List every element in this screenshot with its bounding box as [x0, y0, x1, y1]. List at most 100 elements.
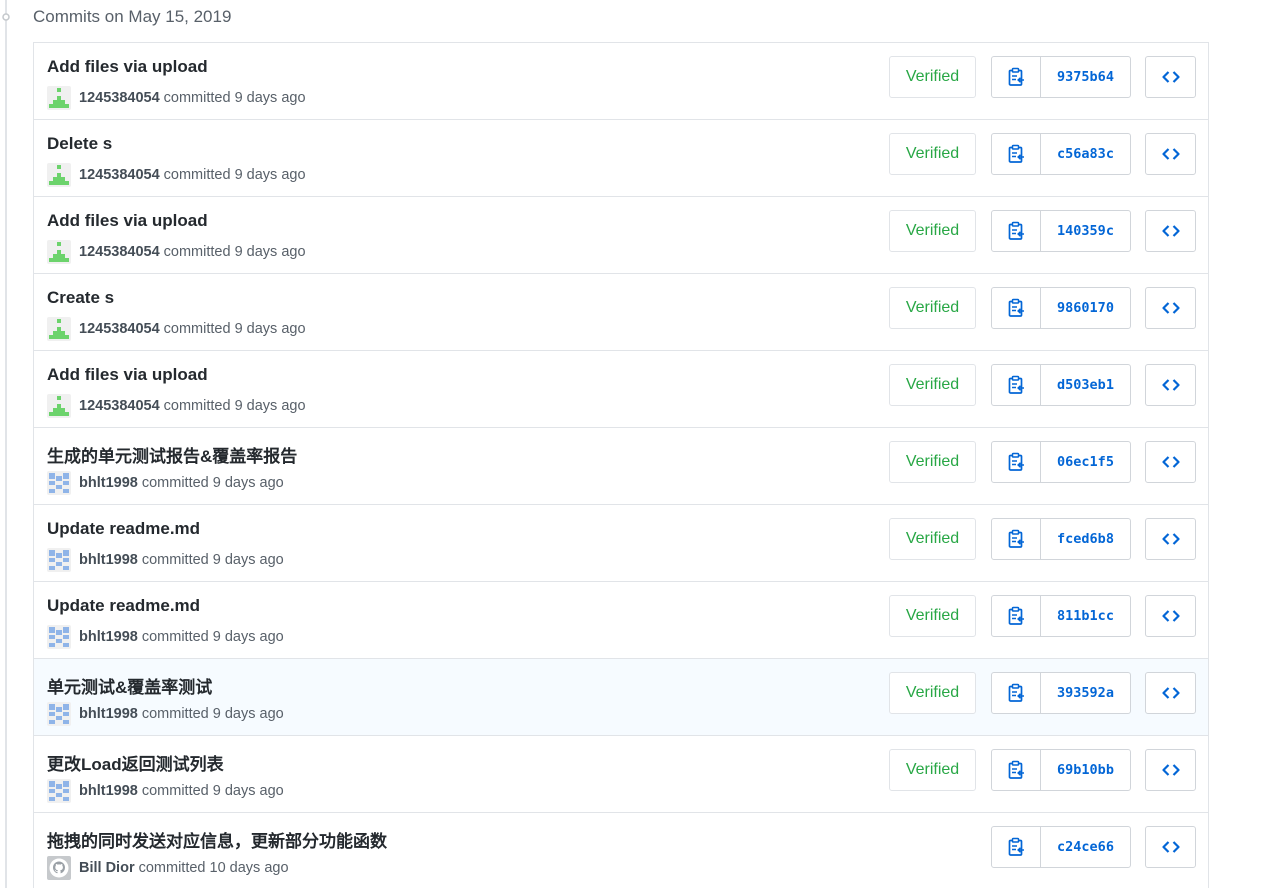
clipboard-icon — [1008, 298, 1024, 317]
verified-badge[interactable]: Verified — [889, 364, 976, 406]
copy-sha-button[interactable] — [992, 442, 1041, 482]
author-avatar[interactable] — [47, 240, 71, 264]
copy-sha-button[interactable] — [992, 750, 1041, 790]
commit-sha-link[interactable]: 393592a — [1041, 673, 1130, 713]
code-icon — [1161, 379, 1180, 391]
copy-sha-button[interactable] — [992, 827, 1041, 867]
commit-message-link[interactable]: 更改Load返回测试列表 — [47, 750, 224, 775]
commit-sha-link[interactable]: d503eb1 — [1041, 365, 1130, 405]
commit-sha-link[interactable]: fced6b8 — [1041, 519, 1130, 559]
browse-repo-button[interactable] — [1145, 826, 1196, 868]
verified-badge[interactable]: Verified — [889, 749, 976, 791]
commit-message-link[interactable]: Add files via upload — [47, 57, 208, 77]
author-avatar[interactable] — [47, 702, 71, 726]
author-link[interactable]: bhlt1998 — [79, 475, 138, 491]
commit-time: committed 9 days ago — [163, 167, 306, 183]
author-avatar[interactable] — [47, 163, 71, 187]
commit-sha-link[interactable]: 69b10bb — [1041, 750, 1130, 790]
commit-time: committed 9 days ago — [141, 552, 284, 568]
browse-repo-button[interactable] — [1145, 210, 1196, 252]
commit-row: 更改Load返回测试列表 bhlt1998 committed 9 days a… — [34, 736, 1208, 813]
code-icon — [1161, 687, 1180, 699]
clipboard-icon — [1008, 144, 1024, 163]
commit-dot-icon — [2, 13, 10, 21]
copy-sha-button[interactable] — [992, 596, 1041, 636]
commit-message-link[interactable]: Update readme.md — [47, 519, 200, 539]
browse-repo-button[interactable] — [1145, 672, 1196, 714]
commit-row: Add files via upload 1245384054 committe… — [34, 43, 1208, 120]
verified-badge[interactable]: Verified — [889, 518, 976, 560]
commit-message-link[interactable]: Update readme.md — [47, 596, 200, 616]
commit-time: committed 9 days ago — [163, 321, 306, 337]
commit-time: committed 9 days ago — [141, 475, 284, 491]
copy-sha-button[interactable] — [992, 288, 1041, 328]
author-link[interactable]: Bill Dior — [79, 860, 135, 876]
copy-sha-button[interactable] — [992, 519, 1041, 559]
author-avatar[interactable] — [47, 317, 71, 341]
code-icon — [1161, 148, 1180, 160]
code-icon — [1161, 225, 1180, 237]
sha-button-group: 393592a — [991, 672, 1131, 714]
verified-badge[interactable]: Verified — [889, 672, 976, 714]
author-avatar[interactable] — [47, 779, 71, 803]
commit-message-link[interactable]: Create s — [47, 288, 114, 308]
commit-meta: bhlt1998 committed 9 days ago — [47, 779, 284, 803]
author-link[interactable]: 1245384054 — [79, 321, 160, 337]
verified-badge[interactable]: Verified — [889, 595, 976, 637]
commit-row: Update readme.md bhlt1998 committed 9 da… — [34, 582, 1208, 659]
copy-sha-button[interactable] — [992, 57, 1041, 97]
author-avatar[interactable] — [47, 548, 71, 572]
sha-button-group: 811b1cc — [991, 595, 1131, 637]
author-avatar[interactable] — [47, 856, 71, 880]
verified-badge[interactable]: Verified — [889, 210, 976, 252]
commit-sha-link[interactable]: 140359c — [1041, 211, 1130, 251]
commit-sha-link[interactable]: 811b1cc — [1041, 596, 1130, 636]
browse-repo-button[interactable] — [1145, 595, 1196, 637]
verified-badge[interactable]: Verified — [889, 441, 976, 483]
copy-sha-button[interactable] — [992, 365, 1041, 405]
author-link[interactable]: bhlt1998 — [79, 783, 138, 799]
author-avatar[interactable] — [47, 471, 71, 495]
verified-badge[interactable]: Verified — [889, 56, 976, 98]
author-link[interactable]: 1245384054 — [79, 398, 160, 414]
commit-message-link[interactable]: 单元测试&覆盖率测试 — [47, 673, 212, 698]
commit-message-link[interactable]: 生成的单元测试报告&覆盖率报告 — [47, 442, 297, 467]
author-link[interactable]: 1245384054 — [79, 90, 160, 106]
author-avatar[interactable] — [47, 86, 71, 110]
browse-repo-button[interactable] — [1145, 441, 1196, 483]
commit-sha-link[interactable]: 06ec1f5 — [1041, 442, 1130, 482]
author-avatar[interactable] — [47, 625, 71, 649]
commit-message-link[interactable]: Add files via upload — [47, 211, 208, 231]
commit-sha-link[interactable]: 9860170 — [1041, 288, 1130, 328]
verified-badge[interactable]: Verified — [889, 133, 976, 175]
commit-message-link[interactable]: Delete s — [47, 134, 112, 154]
browse-repo-button[interactable] — [1145, 518, 1196, 560]
copy-sha-button[interactable] — [992, 673, 1041, 713]
commit-sha-link[interactable]: c24ce66 — [1041, 827, 1130, 867]
copy-sha-button[interactable] — [992, 134, 1041, 174]
browse-repo-button[interactable] — [1145, 133, 1196, 175]
commit-sha-link[interactable]: c56a83c — [1041, 134, 1130, 174]
copy-sha-button[interactable] — [992, 211, 1041, 251]
commit-meta: 1245384054 committed 9 days ago — [47, 240, 306, 264]
author-avatar[interactable] — [47, 394, 71, 418]
author-link[interactable]: 1245384054 — [79, 244, 160, 260]
clipboard-icon — [1008, 683, 1024, 702]
author-link[interactable]: bhlt1998 — [79, 552, 138, 568]
sha-button-group: c56a83c — [991, 133, 1131, 175]
browse-repo-button[interactable] — [1145, 56, 1196, 98]
commit-message-link[interactable]: Add files via upload — [47, 365, 208, 385]
browse-repo-button[interactable] — [1145, 287, 1196, 329]
author-link[interactable]: bhlt1998 — [79, 706, 138, 722]
commit-row: Add files via upload 1245384054 committe… — [34, 351, 1208, 428]
commit-message-link[interactable]: 拖拽的同时发送对应信息，更新部分功能函数 — [47, 827, 387, 852]
author-link[interactable]: 1245384054 — [79, 167, 160, 183]
browse-repo-button[interactable] — [1145, 749, 1196, 791]
code-icon — [1161, 610, 1180, 622]
commit-sha-link[interactable]: 9375b64 — [1041, 57, 1130, 97]
browse-repo-button[interactable] — [1145, 364, 1196, 406]
clipboard-icon — [1008, 221, 1024, 240]
author-link[interactable]: bhlt1998 — [79, 629, 138, 645]
code-icon — [1161, 302, 1180, 314]
verified-badge[interactable]: Verified — [889, 287, 976, 329]
